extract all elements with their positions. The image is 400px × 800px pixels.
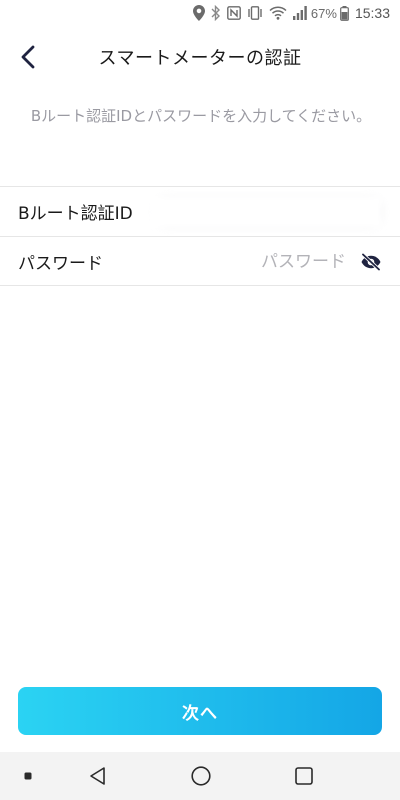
screen: 67% 15:33 スマートメーターの認証 Bルート認証IDとパスワードを入力し… bbox=[0, 0, 400, 800]
system-nav-bar bbox=[0, 752, 400, 800]
wifi-icon bbox=[269, 4, 287, 22]
page-title: スマートメーターの認証 bbox=[98, 48, 302, 69]
header: スマートメーターの認証 bbox=[0, 26, 400, 88]
password-label: パスワード bbox=[18, 253, 103, 274]
instruction-text: Bルート認証IDとパスワードを入力してください。 bbox=[30, 107, 372, 125]
route-id-input[interactable] bbox=[150, 196, 382, 228]
auth-form: Bルート認証ID パスワード bbox=[0, 186, 400, 286]
password-input[interactable] bbox=[196, 247, 346, 277]
recent-dot-button[interactable] bbox=[14, 762, 42, 790]
status-bar: 67% 15:33 bbox=[0, 0, 400, 26]
signal-icon bbox=[292, 4, 307, 22]
location-icon bbox=[192, 4, 205, 22]
nav-overview-button[interactable] bbox=[290, 762, 318, 790]
status-time: 15:33 bbox=[354, 5, 390, 21]
next-button[interactable]: 次へ bbox=[18, 687, 382, 735]
home-circle-icon bbox=[191, 766, 211, 786]
nav-back-button[interactable] bbox=[84, 762, 112, 790]
vibrate-icon bbox=[247, 4, 263, 22]
password-row: パスワード bbox=[0, 236, 400, 286]
password-visibility-toggle[interactable] bbox=[358, 249, 384, 275]
back-button[interactable] bbox=[12, 40, 44, 74]
battery-icon bbox=[340, 4, 349, 22]
recent-dot-icon bbox=[24, 772, 32, 780]
route-id-row: Bルート認証ID bbox=[0, 186, 400, 236]
route-id-label: Bルート認証ID bbox=[18, 204, 133, 224]
eye-off-icon bbox=[361, 253, 381, 271]
bluetooth-icon bbox=[211, 4, 221, 22]
back-triangle-icon bbox=[90, 767, 105, 785]
nfc-icon bbox=[227, 4, 241, 22]
overview-square-icon bbox=[295, 767, 313, 785]
battery-percent: 67% bbox=[310, 5, 337, 21]
chevron-left-icon bbox=[21, 45, 35, 69]
nav-home-button[interactable] bbox=[187, 762, 215, 790]
